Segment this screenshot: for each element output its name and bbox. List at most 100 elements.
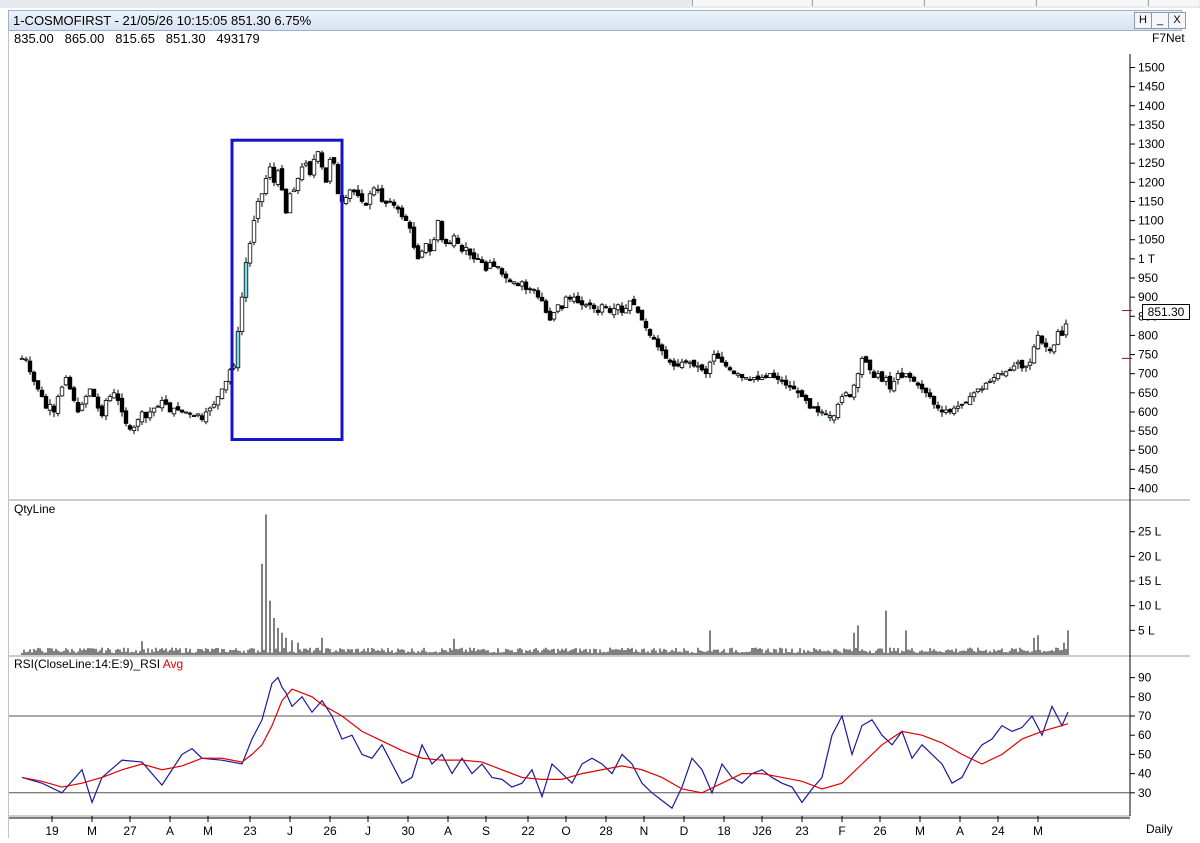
price-candle [587,302,593,306]
price-candle [115,393,121,401]
x-axis-tick-label: A [444,824,452,838]
x-axis-tick-label: 22 [521,824,535,838]
price-candle [471,252,477,260]
price-candle [1019,359,1025,369]
period-label[interactable]: Daily [1146,822,1173,836]
price-candle [911,376,917,382]
price-candle [695,365,701,368]
price-candle [403,215,409,221]
price-axis-tick-label: 550 [1138,424,1158,438]
x-axis-tick-label: 26 [323,824,337,838]
price-candle [311,158,317,176]
price-candle [647,329,653,336]
price-candle [467,248,473,256]
price-axis-tick-label: 500 [1138,443,1158,457]
price-candle [271,166,277,183]
price-candle [27,360,33,373]
price-candle [535,290,541,298]
price-axis-tick-label: 1250 [1138,156,1165,170]
price-axis-tick-label: 600 [1138,405,1158,419]
price-candle [619,305,625,313]
price-candle [591,304,597,310]
price-candle [575,295,581,304]
x-axis-tick-label: J26 [752,824,772,838]
price-candle [963,401,969,404]
price-candle [527,288,533,291]
price-candle [187,412,193,415]
price-candle [367,193,373,205]
x-axis-tick-label: 23 [243,824,257,838]
price-candle [475,258,481,260]
price-candle [331,157,337,164]
price-candle [899,372,905,378]
price-candle [135,419,141,427]
price-candle [47,403,53,411]
price-candle [643,320,649,329]
price-candle [795,390,801,394]
price-candle [947,409,953,413]
price-candle [959,403,965,406]
price-candle [359,193,365,202]
price-axis-tick-label: 1200 [1138,175,1165,189]
price-candle [879,371,885,382]
x-axis-tick-label: 26 [873,824,887,838]
price-candle [723,361,729,367]
price-candle [799,390,805,398]
price-candle [163,399,169,405]
price-candle [531,289,537,291]
price-candle [943,409,949,413]
x-axis-tick-label: 23 [795,824,809,838]
price-candle [327,158,333,182]
price-candle [207,407,213,412]
price-candle [451,235,457,247]
rsi-axis-tick-label: 60 [1138,728,1152,742]
price-candle [863,356,869,363]
price-candle [355,189,361,197]
price-candle [19,357,25,360]
price-candle [411,226,417,248]
rsi-axis-tick-label: 30 [1138,786,1152,800]
price-candle [371,187,377,196]
price-candle [807,398,813,409]
price-candle [843,392,849,396]
price-axis-tick-label: 950 [1138,271,1158,285]
price-candle [823,413,829,416]
price-candle [755,375,761,380]
price-candle [95,396,101,409]
price-candle [711,354,717,362]
price-candle [35,380,41,390]
price-candle [615,304,621,311]
price-candle [951,407,957,414]
price-candle [495,266,501,269]
price-candle [655,338,661,348]
price-candle [543,300,549,313]
x-axis-tick-label: M [915,824,925,838]
price-candle [739,374,745,378]
rsi-avg-line [21,688,1069,794]
price-candle [191,415,197,417]
price-candle [447,242,453,245]
price-candle [779,379,785,382]
price-candle [983,382,989,390]
price-candle [871,371,877,378]
price-candle [1059,330,1065,336]
price-candle [1063,323,1069,336]
price-candle [407,221,413,229]
rsi-axis-tick-label: 70 [1138,709,1152,723]
price-candle [499,268,505,275]
price-candle [663,349,669,359]
price-candle [307,161,313,176]
price-candle [183,411,189,414]
price-candle [927,392,933,398]
price-candle [151,407,157,413]
price-candle [687,361,693,364]
price-candle [883,377,889,382]
chart-canvas[interactable]: 1500 1450 1400 1350 1300 1250 1200 1150 1100 1050… [0,0,1200,843]
price-axis-tick-label: 400 [1138,482,1158,496]
volume-axis-tick-label: 20 L [1138,549,1162,563]
price-candle [971,392,977,398]
price-candle [987,380,993,383]
price-candle [347,189,353,199]
price-axis-tick-label: 1150 [1138,194,1164,208]
price-candle [691,359,697,367]
